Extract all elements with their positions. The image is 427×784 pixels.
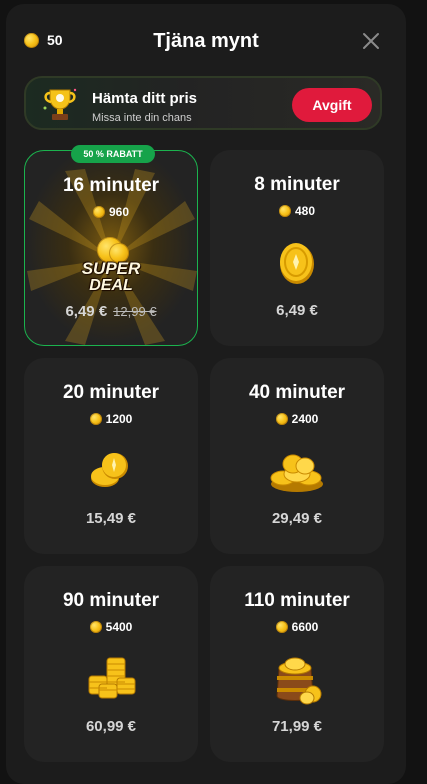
coin-icon — [92, 205, 105, 218]
offer-minutes: 90 minuter — [62, 590, 160, 611]
offer-minutes: 40 minuter — [248, 382, 346, 403]
banner-title: Hämta ditt pris — [92, 90, 198, 107]
coin-icon — [89, 412, 102, 425]
offer-card-90-min[interactable]: 90 minuter 5400 60,99 € — [24, 566, 198, 762]
header: 50 Tjäna mynt — [6, 4, 406, 70]
coin-amount: 2400 — [291, 412, 319, 426]
offer-minutes: 20 minuter — [62, 382, 160, 403]
offer-minutes: 110 minuter — [244, 590, 350, 611]
single-coin-icon — [280, 243, 314, 284]
coin-amount: 480 — [294, 204, 316, 218]
coin-icon — [275, 412, 288, 425]
offer-coins: 6600 — [210, 620, 384, 634]
super-deal-line1: SUPER — [81, 259, 141, 278]
offer-card-16-min[interactable]: 50 % RABATT 16 minuter 960 SUPER DEAL 6,… — [24, 145, 198, 346]
offer-coins: 2400 — [210, 412, 384, 426]
offer-minutes: 8 minuter — [254, 174, 340, 195]
offer-coins: 1200 — [24, 412, 198, 426]
fee-button[interactable]: Avgift — [292, 88, 372, 122]
coin-amount: 5400 — [105, 620, 133, 634]
coin-icon — [275, 620, 288, 633]
page-title: Tjäna mynt — [153, 30, 259, 52]
offer-card-8-min[interactable]: 8 minuter 480 6,49 € — [210, 150, 384, 346]
offer-coins: 5400 — [24, 620, 198, 634]
coin-pot-icon — [276, 657, 322, 705]
coin-pile-icon — [270, 454, 323, 492]
coin-amount: 6600 — [291, 620, 319, 634]
discount-badge: 50 % RABATT — [71, 145, 155, 163]
super-deal-line2: DEAL — [89, 277, 133, 294]
offer-card-20-min[interactable]: 20 minuter 1200 15,49 € — [24, 358, 198, 554]
old-price: 12,99 € — [113, 304, 157, 319]
earn-coins-panel: 50 Tjäna mynt Hämta ditt pris Missa inte… — [6, 4, 406, 784]
offer-price: 6,49 € 12,99 € — [25, 303, 197, 320]
offer-card-40-min[interactable]: 40 minuter 2400 29,49 € — [210, 358, 384, 554]
coin-amount: 1200 — [105, 412, 133, 426]
super-deal-icon: SUPER DEAL — [69, 237, 153, 301]
coin-amount: 960 — [108, 205, 130, 219]
close-button[interactable] — [360, 30, 382, 52]
banner-subtitle: Missa inte din chans — [92, 112, 192, 124]
offer-price: 15,49 € — [85, 510, 137, 527]
prize-banner: Hämta ditt pris Missa inte din chans Avg… — [24, 76, 382, 130]
trophy-icon — [43, 88, 77, 120]
current-price: 6,49 € — [65, 303, 108, 320]
offer-price: 29,49 € — [271, 510, 323, 527]
coin-icon — [89, 620, 102, 633]
coin-stacks-icon — [88, 657, 136, 699]
offer-card-110-min[interactable]: 110 minuter 6600 71,99 € — [210, 566, 384, 762]
coin-icon — [278, 204, 291, 217]
two-coins-icon — [91, 453, 128, 487]
offer-coins: 480 — [210, 204, 384, 218]
close-icon — [363, 33, 379, 49]
offer-price: 60,99 € — [85, 718, 137, 735]
offer-minutes: 16 minuter — [62, 175, 160, 196]
offer-price: 71,99 € — [271, 718, 323, 735]
offer-price: 6,49 € — [276, 302, 318, 319]
offer-coins: 960 — [25, 205, 197, 219]
